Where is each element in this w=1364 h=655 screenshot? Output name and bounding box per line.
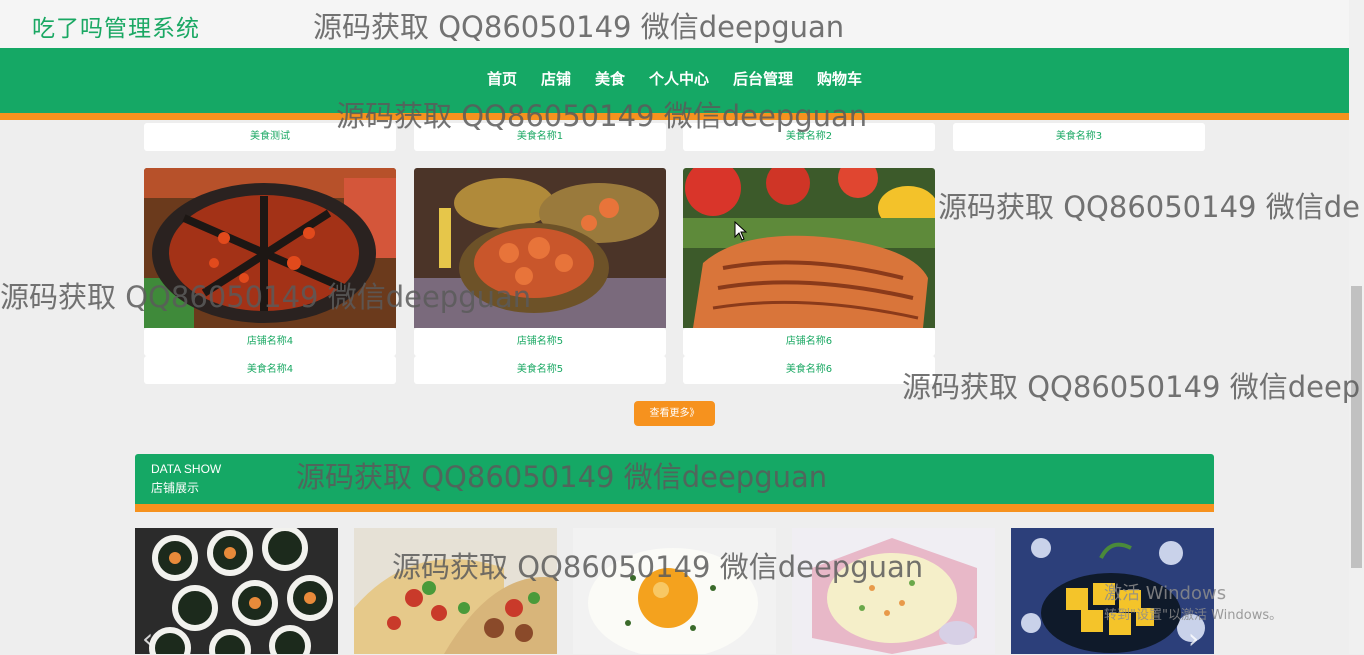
grilled-salmon-image[interactable] — [683, 168, 935, 328]
food-caption[interactable]: 美食名称5 — [414, 356, 666, 384]
hotpot-image[interactable] — [144, 168, 396, 328]
watermark-text: 源码获取 QQ86050149 微信deep — [902, 370, 1361, 404]
nav-item-home[interactable]: 首页 — [487, 68, 517, 89]
shop-caption[interactable]: 店铺名称6 — [683, 328, 935, 356]
view-more-button[interactable]: 查看更多》 — [634, 401, 715, 426]
watermark-text: 源码获取 QQ86050149 微信de — [938, 190, 1360, 224]
carousel-prev-arrow[interactable]: ‹ — [142, 622, 153, 655]
main-nav: 首页 店铺 美食 个人中心 后台管理 购物车 — [0, 68, 1349, 89]
nav-item-shops[interactable]: 店铺 — [541, 68, 571, 89]
shop-caption[interactable]: 店铺名称5 — [414, 328, 666, 356]
seafood-platter-image[interactable] — [414, 168, 666, 328]
shop-thumb-sushi[interactable] — [135, 528, 338, 654]
food-caption[interactable]: 美食名称2 — [683, 123, 935, 151]
section-title-en: DATA SHOW — [151, 462, 222, 476]
nav-accent-strip — [0, 113, 1349, 120]
shop-caption[interactable]: 店铺名称4 — [144, 328, 396, 356]
section-title-zh: 店铺展示 — [151, 481, 200, 495]
carousel-next-arrow[interactable]: › — [1188, 622, 1199, 655]
food-caption[interactable]: 美食名称3 — [953, 123, 1205, 151]
nav-item-cart[interactable]: 购物车 — [817, 68, 862, 89]
windows-activation-title: 激活 Windows — [1104, 583, 1227, 604]
food-caption[interactable]: 美食名称1 — [414, 123, 666, 151]
shop-thumb-rice-bowl[interactable] — [792, 528, 995, 654]
mouse-cursor-icon — [734, 221, 748, 241]
site-title[interactable]: 吃了吗管理系统 — [32, 9, 200, 43]
food-caption[interactable]: 美食名称6 — [683, 356, 935, 384]
shop-thumb-tacos[interactable] — [354, 528, 557, 654]
top-bar — [0, 0, 1349, 48]
food-caption[interactable]: 美食测试 — [144, 123, 396, 151]
shop-showcase-header — [135, 454, 1214, 504]
shop-thumb-fried-egg[interactable] — [573, 528, 776, 654]
nav-item-admin[interactable]: 后台管理 — [733, 68, 793, 89]
nav-item-profile[interactable]: 个人中心 — [649, 68, 709, 89]
windows-activation-hint: 转到"设置"以激活 Windows。 — [1104, 608, 1283, 623]
food-caption[interactable]: 美食名称4 — [144, 356, 396, 384]
nav-item-food[interactable]: 美食 — [595, 68, 625, 89]
page-scrollbar-thumb[interactable] — [1351, 286, 1362, 568]
section-accent-strip — [135, 504, 1214, 512]
